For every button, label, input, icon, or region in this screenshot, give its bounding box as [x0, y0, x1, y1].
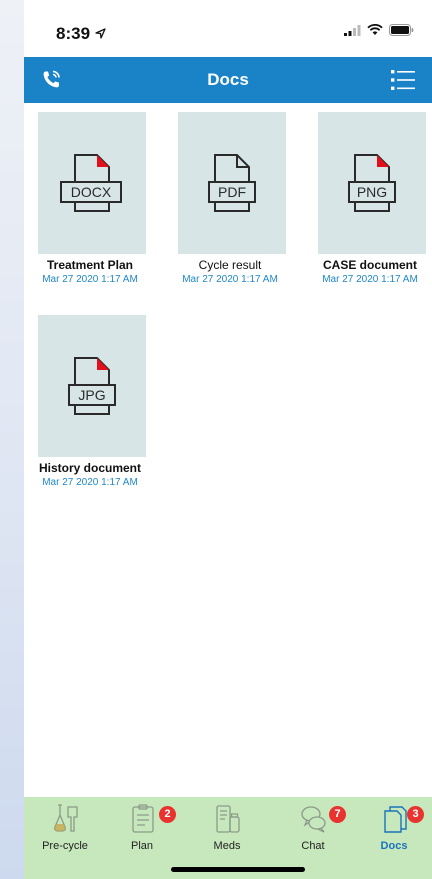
notification-badge: 7	[329, 806, 346, 823]
notification-badge: 2	[159, 806, 176, 823]
status-time-text: 8:39	[56, 24, 91, 43]
tab-chat[interactable]: 7 Chat	[277, 803, 349, 853]
app-header: Docs	[24, 57, 432, 103]
document-title: History document	[38, 461, 141, 475]
jpg-file-icon: JPG	[68, 357, 116, 415]
status-bar: 8:39	[24, 0, 432, 56]
pre-cycle-icon	[54, 804, 78, 832]
tab-label: Docs	[380, 840, 408, 852]
notification-badge: 3	[407, 806, 424, 823]
list-view-button[interactable]	[388, 65, 418, 95]
pdf-file-icon: PDF	[208, 154, 256, 212]
document-thumbnail[interactable]: PDF	[178, 112, 286, 254]
chat-icon	[301, 806, 326, 833]
meds-icon	[216, 805, 240, 833]
document-thumbnail[interactable]: JPG	[38, 315, 146, 457]
document-date: Mar 27 2020 1:17 AM	[182, 274, 278, 285]
status-time: 8:39	[56, 24, 106, 44]
wifi-icon	[367, 24, 383, 35]
file-type-label: JPG	[78, 387, 105, 403]
document-title: Cycle result	[198, 258, 262, 272]
phone-screen: 8:39 Docs DOCX Treatment Plan Mar 27 202…	[24, 0, 432, 879]
cellular-signal-icon	[344, 24, 361, 36]
file-type-label: PDF	[218, 184, 246, 200]
tab-label: Meds	[213, 840, 241, 852]
tab-label: Pre-cycle	[42, 840, 88, 852]
tab-label: Chat	[301, 840, 325, 852]
tab-plan[interactable]: 2 Plan	[106, 803, 178, 853]
plan-icon	[132, 804, 154, 833]
document-thumbnail[interactable]: DOCX	[38, 112, 146, 254]
status-icons	[344, 24, 414, 36]
document-date: Mar 27 2020 1:17 AM	[322, 274, 418, 285]
document-title: Treatment Plan	[46, 258, 134, 272]
location-arrow-icon	[95, 28, 106, 39]
tab-label: Plan	[130, 840, 154, 852]
home-indicator	[171, 867, 305, 872]
tab-docs[interactable]: 3 Docs	[358, 803, 430, 853]
battery-icon	[389, 24, 414, 36]
png-file-icon: PNG	[348, 154, 396, 212]
document-thumbnail[interactable]: PNG	[318, 112, 426, 254]
tab-meds[interactable]: Meds	[191, 803, 263, 853]
document-title: CASE document	[322, 258, 417, 272]
docs-icon	[384, 806, 407, 833]
page-title: Docs	[207, 70, 249, 89]
docx-file-icon: DOCX	[60, 154, 122, 212]
document-date: Mar 27 2020 1:17 AM	[42, 477, 138, 488]
list-icon	[391, 70, 415, 90]
tab-pre-cycle[interactable]: Pre-cycle	[29, 803, 101, 853]
document-date: Mar 27 2020 1:17 AM	[42, 274, 138, 285]
file-type-label: DOCX	[71, 184, 112, 200]
file-type-label: PNG	[357, 184, 387, 200]
